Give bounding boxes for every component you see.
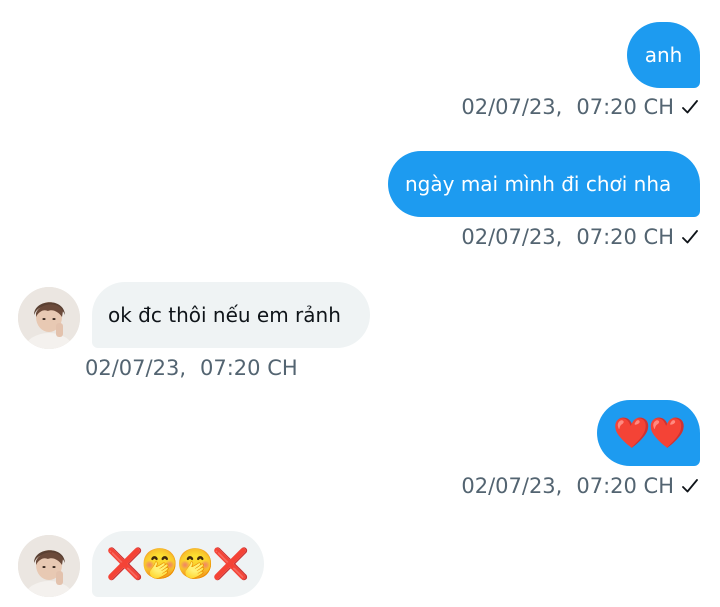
message-timestamp: 02/07/23, 07:20 CH <box>461 474 698 498</box>
outgoing-message-bubble[interactable]: ❤️❤️ <box>597 400 700 466</box>
message-date: 02/07/23, <box>461 474 563 498</box>
outgoing-message-bubble[interactable]: ngày mai mình đi chơi nha <box>388 151 700 217</box>
message-text: ❤️❤️ <box>613 415 686 451</box>
message-timestamp: 02/07/23, 07:20 CH <box>85 356 298 380</box>
avatar-photo <box>18 287 80 349</box>
message-text: ok đc thôi nếu em rảnh <box>108 303 341 327</box>
check-icon <box>682 100 698 114</box>
avatar-photo <box>18 535 80 597</box>
outgoing-message-bubble[interactable]: anh <box>627 22 700 88</box>
message-time: 07:20 CH <box>200 356 298 380</box>
message-date: 02/07/23, <box>461 95 563 119</box>
message-time: 07:20 CH <box>576 95 674 119</box>
message-timestamp: 02/07/23, 07:20 CH <box>461 95 698 119</box>
message-time: 07:20 CH <box>576 225 674 249</box>
message-date: 02/07/23, <box>85 356 186 380</box>
message-text: ngày mai mình đi chơi nha <box>405 172 672 196</box>
message-time: 07:20 CH <box>576 474 674 498</box>
message-text: ❌🤭🤭❌ <box>106 546 249 582</box>
message-text: anh <box>644 43 683 67</box>
message-timestamp: 02/07/23, 07:20 CH <box>461 225 698 249</box>
incoming-message-bubble[interactable]: ❌🤭🤭❌ <box>92 531 264 597</box>
message-date: 02/07/23, <box>461 225 563 249</box>
check-icon <box>682 230 698 244</box>
check-icon <box>682 479 698 493</box>
incoming-message-bubble[interactable]: ok đc thôi nếu em rảnh <box>92 282 370 348</box>
avatar[interactable] <box>18 535 80 597</box>
avatar[interactable] <box>18 287 80 349</box>
